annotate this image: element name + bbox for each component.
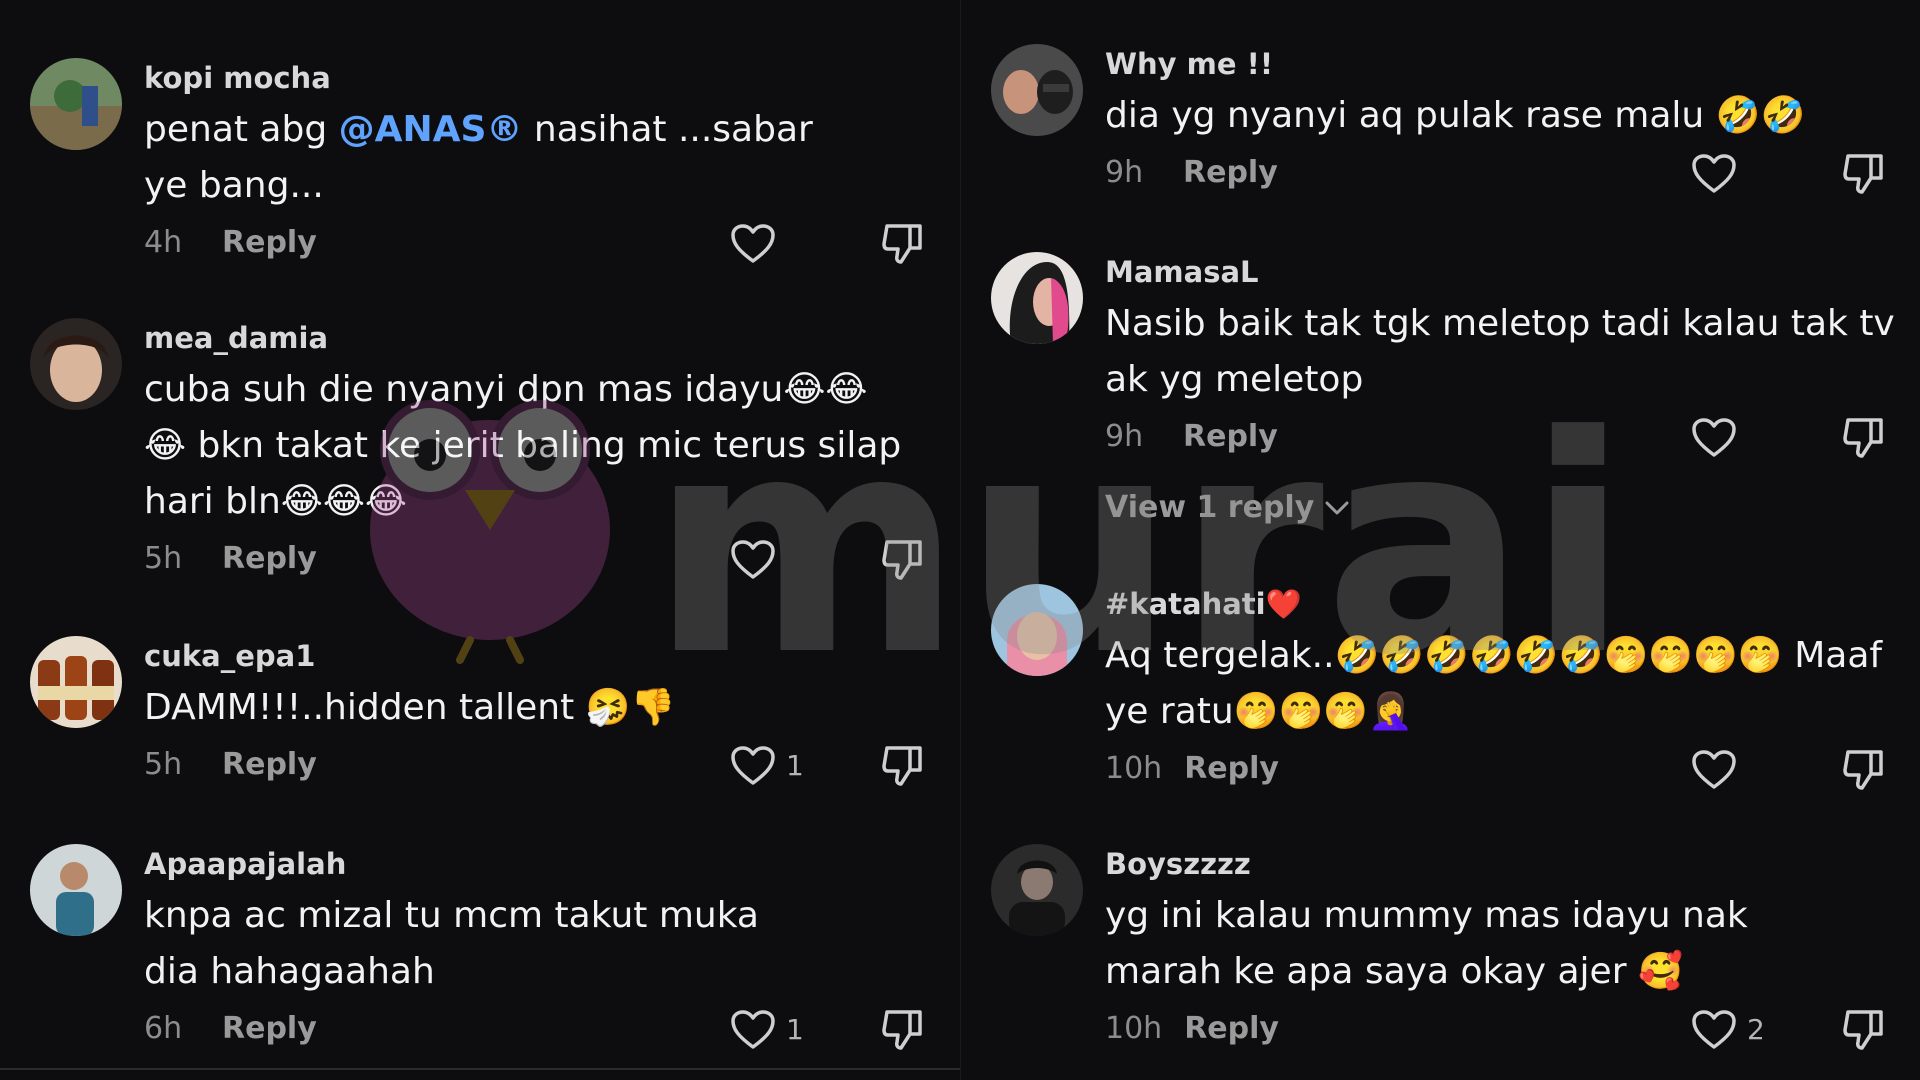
- thumbs-down-icon: [882, 540, 922, 580]
- like-button[interactable]: [1691, 416, 1737, 460]
- heart-icon: [1692, 418, 1736, 457]
- like-button[interactable]: [1691, 748, 1737, 792]
- comment-text: yg ini kalau mummy mas idayu nak marah k…: [1105, 895, 1748, 992]
- avatar[interactable]: [991, 584, 1083, 676]
- avatar[interactable]: [30, 58, 122, 150]
- comment-meta: 4h Reply: [144, 218, 930, 268]
- comment-meta: 9h Reply: [1105, 148, 1891, 198]
- avatar[interactable]: [991, 44, 1083, 136]
- mention-link[interactable]: @ANAS®: [339, 109, 523, 150]
- like-button[interactable]: [730, 538, 776, 582]
- comment-meta: 6h Reply 1: [144, 1004, 930, 1054]
- dislike-button[interactable]: [1841, 150, 1887, 212]
- comment-text-part: penat abg: [144, 109, 339, 150]
- heart-icon: [1692, 154, 1736, 193]
- like-count: 2: [1747, 1013, 1765, 1046]
- dislike-button[interactable]: [880, 220, 926, 282]
- comment-text: dia yg nyanyi aq pulak rase malu 🤣🤣: [1105, 95, 1806, 136]
- dislike-button[interactable]: [1841, 414, 1887, 476]
- dislike-button[interactable]: [880, 536, 926, 598]
- left-comment-column: kopi mocha penat abg @ANAS® nasihat ...s…: [0, 0, 960, 1080]
- avatar[interactable]: [30, 318, 122, 410]
- thumbs-down-icon: [1843, 750, 1883, 790]
- view-replies-button[interactable]: View 1 reply: [1105, 490, 1350, 525]
- comment-username[interactable]: MamasaL: [1105, 252, 1891, 292]
- comment-time: 6h: [144, 1011, 183, 1046]
- comment-username[interactable]: Why me !!: [1105, 44, 1891, 84]
- comment-time: 10h: [1105, 1011, 1163, 1046]
- comment-meta: 10h Reply: [1105, 744, 1891, 794]
- reply-button[interactable]: Reply: [1183, 412, 1278, 462]
- comment-time: 5h: [144, 747, 183, 782]
- thumbs-down-icon: [882, 1010, 922, 1050]
- avatar[interactable]: [30, 844, 122, 936]
- reply-button[interactable]: Reply: [1184, 1004, 1279, 1054]
- like-button[interactable]: 1: [730, 744, 804, 788]
- comment-meta: 5h Reply 1: [144, 740, 930, 790]
- like-count: 1: [786, 749, 804, 782]
- comment-username[interactable]: Apaapajalah: [144, 844, 930, 884]
- comment-meta: 5h Reply: [144, 534, 930, 584]
- heart-icon: [731, 1010, 775, 1049]
- comments-screenshot: kopi mocha penat abg @ANAS® nasihat ...s…: [0, 0, 1920, 1080]
- comment-time: 10h: [1105, 751, 1163, 786]
- comment-text: Nasib baik tak tgk meletop tadi kalau ta…: [1105, 303, 1895, 400]
- comment-time: 5h: [144, 541, 183, 576]
- comment-text: DAMM!!!..hidden tallent 🤧👎: [144, 687, 676, 728]
- comment-time: 9h: [1105, 155, 1144, 190]
- like-button[interactable]: 1: [730, 1008, 804, 1052]
- reply-button[interactable]: Reply: [1183, 148, 1278, 198]
- thumbs-down-icon: [1843, 154, 1883, 194]
- comment-username[interactable]: mea_damia: [144, 318, 930, 358]
- like-count: 1: [786, 1013, 804, 1046]
- like-button[interactable]: 2: [1691, 1008, 1765, 1052]
- thumbs-down-icon: [882, 746, 922, 786]
- heart-icon: [731, 746, 775, 785]
- dislike-button[interactable]: [880, 1006, 926, 1068]
- comment-username[interactable]: Boyszzzz: [1105, 844, 1891, 884]
- view-replies-label: View 1 reply: [1105, 490, 1315, 525]
- comment-username[interactable]: cuka_epa1: [144, 636, 930, 676]
- comment-meta: 10h Reply 2: [1105, 1004, 1891, 1054]
- reply-button[interactable]: Reply: [1184, 744, 1279, 794]
- dislike-button[interactable]: [1841, 746, 1887, 808]
- comment-username[interactable]: kopi mocha: [144, 58, 930, 98]
- thumbs-down-icon: [1843, 1010, 1883, 1050]
- heart-icon: [1692, 1010, 1736, 1049]
- heart-icon: [731, 224, 775, 263]
- dislike-button[interactable]: [1841, 1006, 1887, 1068]
- thumbs-down-icon: [882, 224, 922, 264]
- comment-text: penat abg @ANAS® nasihat ...sabar ye ban…: [144, 102, 844, 214]
- like-button[interactable]: [730, 222, 776, 266]
- comment-text: Aq tergelak..🤣🤣🤣🤣🤣🤣🤭🤭🤭🤭 Maaf ye ratu🤭🤭🤭🤦…: [1105, 635, 1883, 732]
- reply-button[interactable]: Reply: [222, 1004, 317, 1054]
- avatar[interactable]: [30, 636, 122, 728]
- comment-text: knpa ac mizal tu mcm takut muka dia haha…: [144, 895, 759, 992]
- reply-button[interactable]: Reply: [222, 740, 317, 790]
- right-comment-column: Why me !! dia yg nyanyi aq pulak rase ma…: [960, 0, 1920, 1080]
- heart-icon: [731, 540, 775, 579]
- comment-text: cuba suh die nyanyi dpn mas idayu😂😂😂 bkn…: [144, 369, 902, 522]
- comment-time: 9h: [1105, 419, 1144, 454]
- heart-icon: [1692, 750, 1736, 789]
- reply-button[interactable]: Reply: [222, 218, 317, 268]
- chevron-down-icon: [1325, 501, 1349, 514]
- dislike-button[interactable]: [880, 742, 926, 804]
- avatar[interactable]: [991, 252, 1083, 344]
- like-button[interactable]: [1691, 152, 1737, 196]
- bottom-divider: [0, 1068, 960, 1070]
- thumbs-down-icon: [1843, 418, 1883, 458]
- comment-username[interactable]: #katahati❤️: [1105, 584, 1891, 624]
- reply-button[interactable]: Reply: [222, 534, 317, 584]
- avatar[interactable]: [991, 844, 1083, 936]
- comment-meta: 9h Reply: [1105, 412, 1891, 462]
- comment-time: 4h: [144, 225, 183, 260]
